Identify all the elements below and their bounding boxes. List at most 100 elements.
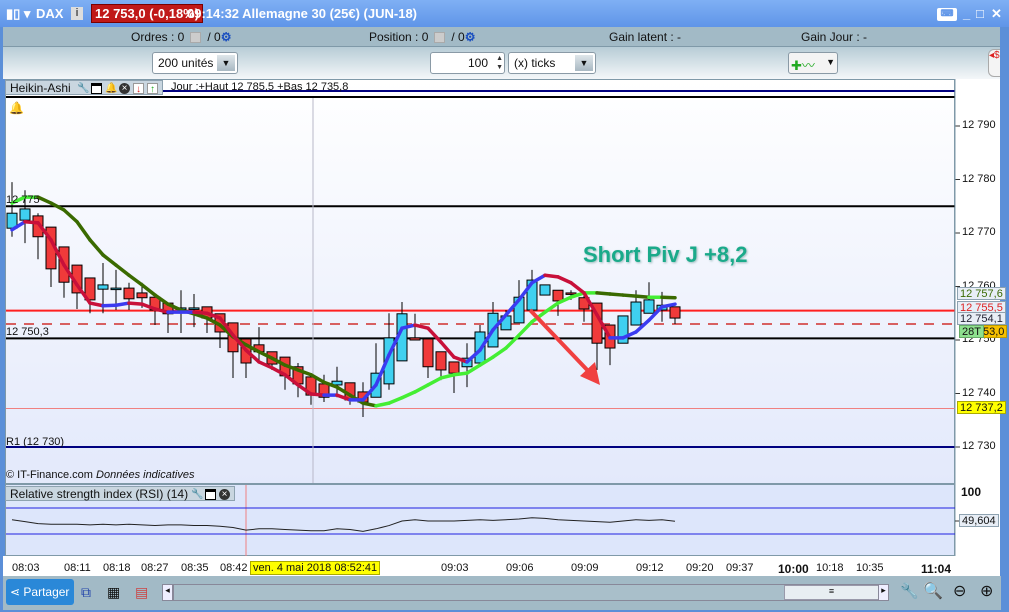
window-icon[interactable] <box>91 83 103 95</box>
bear-candle <box>136 292 148 299</box>
fast-moving-average-falling <box>23 220 40 225</box>
slow-moving-average-rising <box>387 396 404 405</box>
disclaimer-text: Données indicatives <box>96 469 195 481</box>
fast-moving-average-falling <box>192 310 209 315</box>
scroll-right-button[interactable]: ▸ <box>878 584 889 601</box>
horizontal-scrollbar[interactable]: ≡ <box>173 584 879 601</box>
fast-moving-average-falling <box>543 273 560 279</box>
slow-moving-average-falling <box>114 263 131 278</box>
window-icon[interactable] <box>205 489 217 501</box>
price-tick: 12 780 <box>962 172 996 185</box>
copyright: © IT-Finance.com Données indicatives <box>6 469 194 481</box>
price-tick: 12 730 <box>962 440 996 452</box>
slow-moving-average-rising <box>504 333 521 350</box>
fast-moving-average-falling <box>569 281 586 295</box>
bull-candle <box>630 301 642 326</box>
last-price-label: 53,0 <box>980 325 1008 338</box>
time-label: 10:18 <box>816 562 844 574</box>
slow-moving-average-rising <box>426 376 443 387</box>
wrench-icon[interactable]: 🔧 <box>191 489 203 500</box>
time-label: 08:18 <box>103 562 131 574</box>
slow-moving-average-rising <box>374 401 391 408</box>
fast-moving-average-falling <box>127 301 144 306</box>
slow-moving-average-falling <box>62 208 79 224</box>
wrench-icon[interactable]: 🔧 <box>77 83 89 94</box>
slow-moving-average-falling <box>361 401 378 408</box>
bear-candle <box>422 338 434 368</box>
fast-moving-average-rising <box>114 301 131 307</box>
share-button[interactable]: ⋖ Partager <box>6 579 74 605</box>
scrollbar-thumb[interactable]: ≡ <box>784 585 879 600</box>
fast-moving-average-falling <box>309 392 326 397</box>
line-label-12775: 12 775 <box>6 194 40 206</box>
ticks-badge: 28T <box>959 325 984 338</box>
slow-moving-average-rising <box>452 371 469 377</box>
bear-candle <box>435 351 447 371</box>
fast-moving-average-rising <box>530 273 547 285</box>
time-label: 08:11 <box>64 562 91 574</box>
fast-moving-average-falling <box>88 301 105 308</box>
slow-moving-average-falling <box>88 238 105 257</box>
bottom-toolbar: ⋖ Partager ⧉ ▦ ▤ ◂ ≡ ▸ 🔧 🔍 ⊖ ⊕ <box>3 576 1001 610</box>
pink-line-price-label: 12 737,2 <box>957 401 1006 414</box>
time-label: 09:06 <box>506 562 534 574</box>
bear-candle <box>123 287 135 300</box>
wrench-icon[interactable]: 🔧 <box>900 582 919 600</box>
slow-moving-average-rising <box>400 390 417 400</box>
drawing-tools-icon[interactable]: ▦ <box>107 584 120 601</box>
bull-candle <box>188 307 200 310</box>
zoom-in-icon[interactable]: ⊕ <box>980 581 993 601</box>
rsi-title: Relative strength index (RSI) (14) <box>10 487 189 501</box>
bull-candle <box>110 287 122 291</box>
share-icon: ⋖ <box>10 585 24 599</box>
time-label: 08:42 <box>220 562 248 574</box>
time-label: 09:09 <box>571 562 599 574</box>
time-label: 11:04 <box>921 562 952 576</box>
short-signal-arrow <box>528 308 594 377</box>
slow-moving-average-falling <box>101 253 118 267</box>
slow-moving-average-rising <box>439 373 456 380</box>
chart-type-label[interactable]: Heikin-Ashi <box>10 81 71 95</box>
alert-bell-icon[interactable]: 🔔 <box>9 101 24 115</box>
share-label: Partager <box>23 585 70 599</box>
time-label: 08:27 <box>141 562 169 574</box>
close-icon[interactable]: × <box>119 83 131 95</box>
heatmap-icon[interactable]: ▤ <box>135 584 148 601</box>
arrow-up-icon[interactable]: ↑ <box>147 83 159 95</box>
day-range: Jour :+Haut 12 785,5 +Bas 12 735,8 <box>171 81 349 93</box>
fast-ma-price-label: 12 754,1 <box>957 312 1006 325</box>
time-label: 09:03 <box>441 562 469 574</box>
close-icon[interactable]: × <box>219 489 231 501</box>
slow-moving-average-falling <box>36 195 53 205</box>
bell-icon[interactable]: 🔔 <box>105 83 117 94</box>
chart-type-icon[interactable]: ⧉ <box>81 584 91 601</box>
bear-candle <box>409 337 421 341</box>
bear-candle <box>552 289 564 302</box>
slow-moving-average-falling <box>634 294 651 299</box>
rsi-header: Relative strength index (RSI) (14) 🔧 × <box>5 486 236 501</box>
rsi-line <box>11 517 676 532</box>
time-label: 09:37 <box>726 562 754 574</box>
bull-candle <box>539 284 551 296</box>
rsi-top-label: 100 <box>961 485 982 499</box>
zoom-out-icon[interactable]: ⊖ <box>953 581 966 601</box>
time-label: 10:00 <box>778 562 809 576</box>
zoom-fit-icon[interactable]: 🔍 <box>923 581 943 601</box>
bear-candle <box>448 361 460 374</box>
time-label: 09:12 <box>636 562 664 574</box>
bull-candle <box>97 284 109 290</box>
arrow-down-icon[interactable]: ↓ <box>133 83 145 95</box>
signal-annotation: Short Piv J +8,2 <box>583 242 748 267</box>
scroll-left-button[interactable]: ◂ <box>162 584 173 601</box>
bull-candle <box>643 299 655 314</box>
price-tick: 12 790 <box>962 119 996 131</box>
slow-ma-price-label: 12 757,6 <box>957 287 1006 300</box>
slow-moving-average-falling <box>608 292 625 297</box>
slow-moving-average-falling <box>595 291 612 296</box>
slow-moving-average-falling <box>75 220 92 242</box>
fast-moving-average-falling <box>556 275 573 285</box>
slow-moving-average-falling <box>660 295 677 300</box>
price-tick: 12 770 <box>962 226 996 238</box>
time-label: 08:03 <box>12 562 40 574</box>
slow-moving-average-falling <box>621 293 638 298</box>
